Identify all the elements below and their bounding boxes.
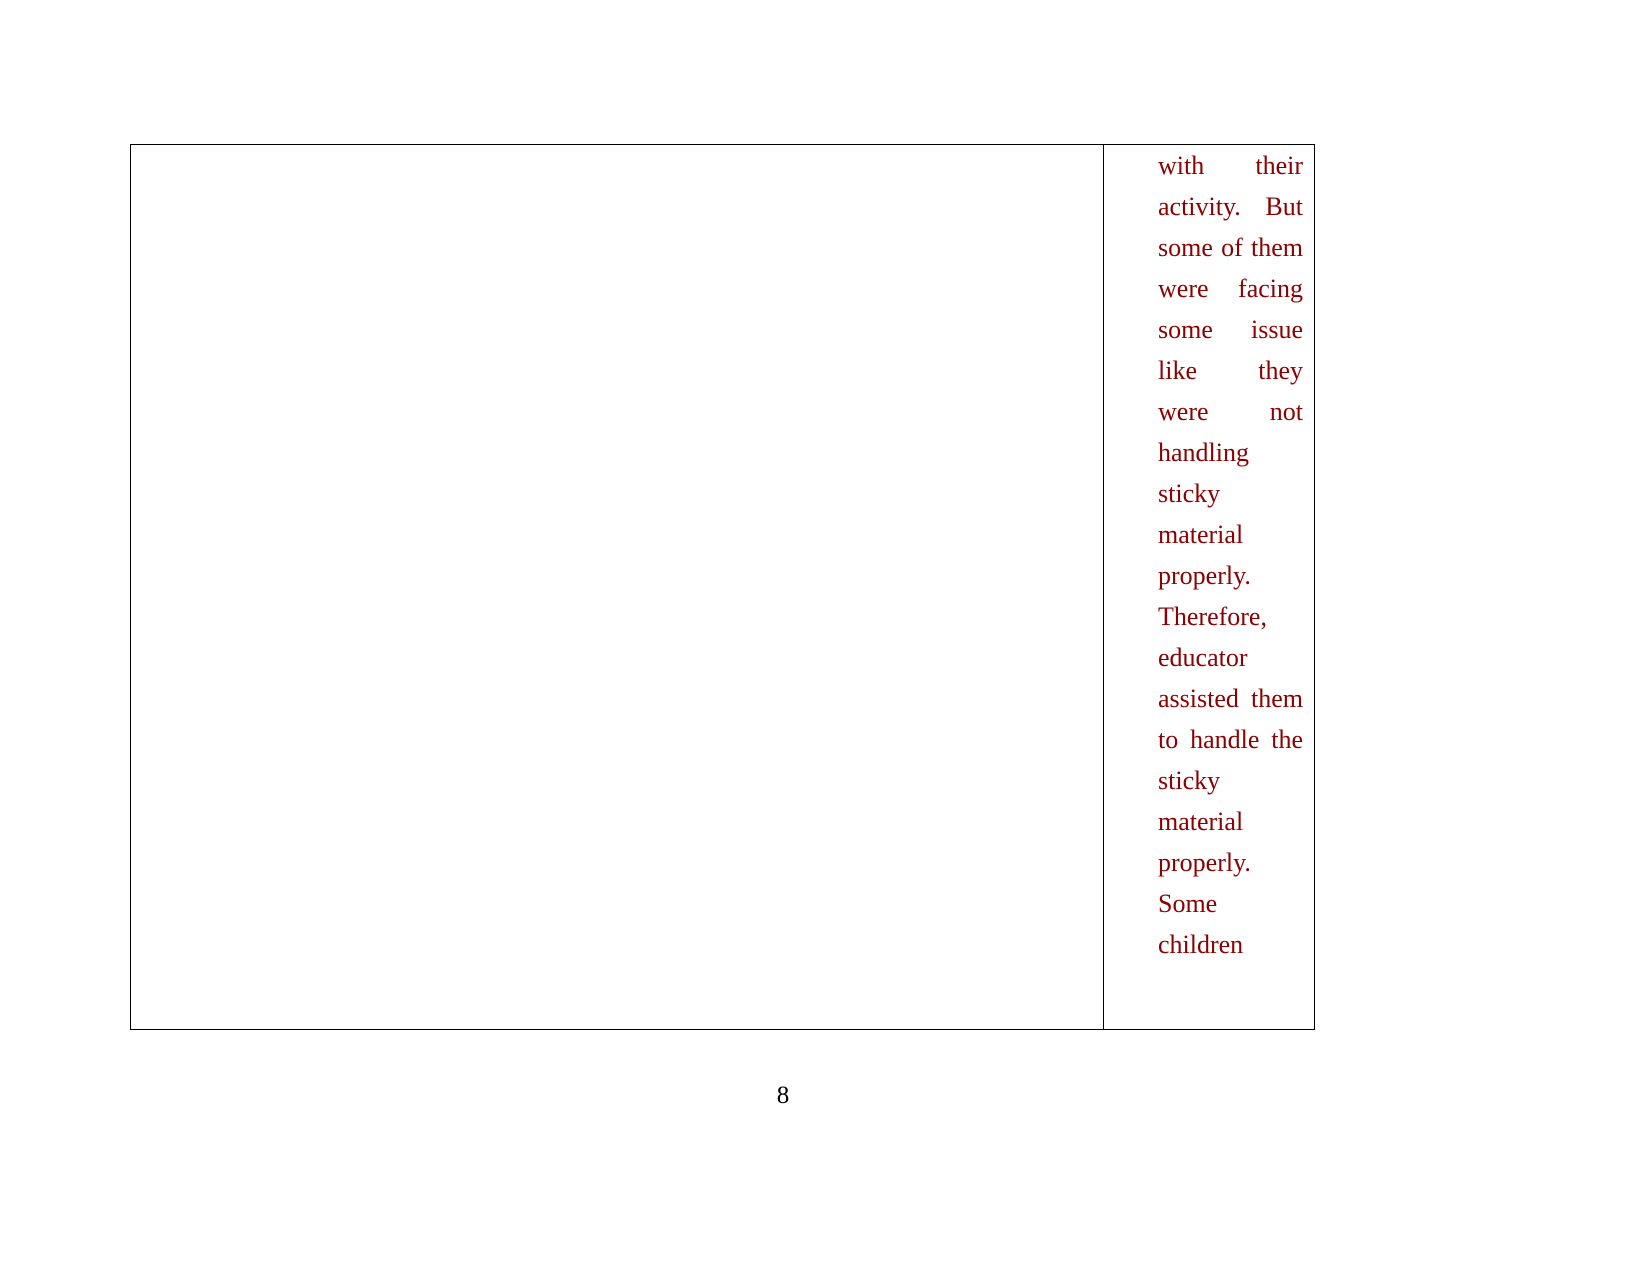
page-number: 8 — [776, 1082, 790, 1109]
body-paragraph: with their activity. But some of them we… — [1158, 151, 1303, 959]
table-cell-empty — [130, 144, 1104, 1030]
table-row: with their activity. But some of them we… — [130, 144, 1315, 1030]
content-table: with their activity. But some of them we… — [130, 144, 1315, 1030]
cell-text-container: with their activity. But some of them we… — [1104, 145, 1314, 965]
table-body: with their activity. But some of them we… — [130, 144, 1315, 1030]
document-page: with their activity. But some of them we… — [0, 0, 1650, 1275]
table-cell-text: with their activity. But some of them we… — [1103, 144, 1315, 1030]
